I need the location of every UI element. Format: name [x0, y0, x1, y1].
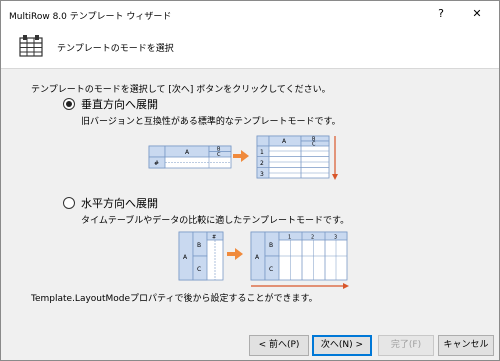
down-arrow-icon — [332, 174, 338, 180]
title-bar: MultiRow 8.0 テンプレート ウィザード ? ✕ — [1, 1, 499, 27]
h-res-col-2: 2 — [311, 235, 314, 241]
window-title: MultiRow 8.0 テンプレート ウィザード — [9, 12, 172, 22]
v-res-row-3: 3 — [260, 171, 264, 178]
vertical-mode-description: 旧バージョンと互換性がある標準的なテンプレートモードです。 — [81, 117, 341, 127]
horizontal-mode-illustration: A B C # A B C 1 2 3 — [178, 231, 349, 289]
h-src-col-header: # — [212, 235, 216, 241]
h-res-cell-b: B — [269, 242, 273, 249]
right-arrow-icon — [233, 150, 249, 162]
vertical-mode-illustration: A B C # A B C 1 2 3 — [148, 135, 338, 180]
v-src-row-header: # — [154, 160, 159, 167]
back-button[interactable]: < 前へ(P) — [249, 335, 309, 356]
right-arrow-icon — [227, 248, 243, 260]
page-title: テンプレートのモードを選択 — [57, 44, 174, 54]
horizontal-mode-radio[interactable] — [63, 197, 75, 209]
h-res-cell-c: C — [269, 266, 273, 273]
v-res-cell-c: C — [312, 142, 316, 148]
wizard-header: テンプレートのモードを選択 — [1, 27, 499, 69]
vertical-mode-radio[interactable] — [63, 98, 75, 110]
h-src-cell-b: B — [197, 242, 201, 249]
right-expand-arrow-icon — [343, 283, 349, 289]
cancel-button[interactable]: キャンセル — [438, 335, 494, 356]
layout-mode-note: Template.LayoutModeプロパティで後から設定することができます。 — [31, 294, 318, 304]
instruction-text: テンプレートのモードを選択して [次へ] ボタンをクリックしてください。 — [31, 85, 331, 95]
v-src-cell-c: C — [217, 152, 221, 158]
next-button[interactable]: 次へ(N) > — [312, 335, 372, 356]
wizard-content: テンプレートのモードを選択して [次へ] ボタンをクリックしてください。 垂直方… — [1, 70, 499, 324]
help-button[interactable]: ? — [427, 5, 455, 23]
v-res-row-1: 1 — [260, 149, 264, 156]
horizontal-source-grid: A B C # — [178, 231, 224, 281]
template-wizard-icon — [19, 35, 43, 57]
horizontal-mode-label[interactable]: 水平方向へ展開 — [81, 195, 158, 211]
wizard-window: MultiRow 8.0 テンプレート ウィザード ? ✕ テンプレートのモード… — [0, 0, 500, 361]
finish-button[interactable]: 完了(F) — [378, 335, 434, 356]
horizontal-mode-description: タイムテーブルやデータの比較に適したテンプレートモードです。 — [81, 216, 350, 226]
h-src-cell-c: C — [197, 266, 201, 273]
vertical-source-grid: A B C # — [148, 145, 232, 169]
vertical-mode-label[interactable]: 垂直方向へ展開 — [81, 96, 158, 112]
h-res-col-3: 3 — [334, 235, 337, 241]
v-res-row-2: 2 — [260, 160, 264, 167]
h-res-col-1: 1 — [288, 235, 291, 241]
horizontal-result-grid: A B C 1 2 3 — [250, 231, 348, 281]
close-button[interactable]: ✕ — [463, 5, 491, 23]
vertical-result-grid: A B C 1 2 3 — [256, 135, 330, 179]
